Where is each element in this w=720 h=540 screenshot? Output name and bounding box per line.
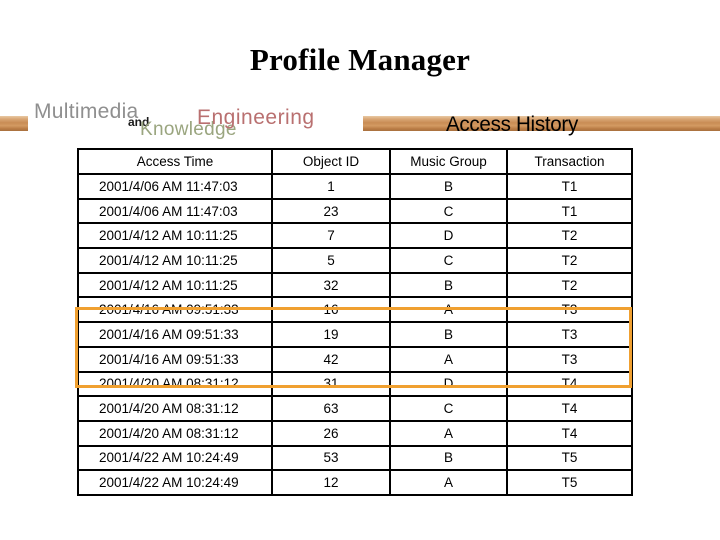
transaction-cell: T3 [506, 296, 633, 324]
music-group-cell: B [389, 271, 508, 299]
music-group-cell: C [389, 395, 508, 422]
music-group-cell: A [389, 469, 508, 496]
table-row: 2001/4/12 AM 10:11:25 5 C T2 [77, 247, 633, 274]
table-row: 2001/4/12 AM 10:11:25 7 D T2 [77, 222, 633, 250]
object-id-cell: 16 [271, 296, 391, 324]
access-time-cell: 2001/4/12 AM 10:11:25 [77, 222, 273, 250]
access-time-cell: 2001/4/16 AM 09:51:33 [77, 345, 273, 373]
table-header-row: Access Time Object ID Music Group Transa… [77, 148, 633, 175]
music-group-cell: B [389, 321, 508, 348]
table-row: 2001/4/12 AM 10:11:25 32 B T2 [77, 271, 633, 299]
object-id-cell: 32 [271, 271, 391, 299]
object-id-cell: 53 [271, 444, 391, 472]
music-group-cell: D [389, 370, 508, 398]
music-group-cell: A [389, 345, 508, 373]
object-id-cell: 1 [271, 173, 391, 200]
section-title: Access History [446, 113, 578, 136]
object-id-cell: 31 [271, 370, 391, 398]
logo-word-engineering: Engineering [197, 106, 315, 129]
table-row: 2001/4/20 AM 08:31:12 26 A T4 [77, 419, 633, 447]
object-id-cell: 23 [271, 197, 391, 225]
access-time-cell: 2001/4/20 AM 08:31:12 [77, 395, 273, 422]
table-row: 2001/4/20 AM 08:31:12 31 D T4 [77, 370, 633, 398]
column-header-transaction: Transaction [506, 148, 633, 175]
mke-logo: Multimedia and Knowledge Engineering [34, 100, 364, 140]
object-id-cell: 63 [271, 395, 391, 422]
object-id-cell: 42 [271, 345, 391, 373]
access-time-cell: 2001/4/22 AM 10:24:49 [77, 469, 273, 496]
transaction-cell: T2 [506, 222, 633, 250]
music-group-cell: B [389, 444, 508, 472]
access-time-cell: 2001/4/16 AM 09:51:33 [77, 321, 273, 348]
column-header-object-id: Object ID [271, 148, 391, 175]
table-row: 2001/4/06 AM 11:47:03 23 C T1 [77, 197, 633, 225]
transaction-cell: T2 [506, 247, 633, 274]
column-header-access-time: Access Time [77, 148, 273, 175]
object-id-cell: 5 [271, 247, 391, 274]
access-time-cell: 2001/4/12 AM 10:11:25 [77, 271, 273, 299]
object-id-cell: 12 [271, 469, 391, 496]
table-row: 2001/4/16 AM 09:51:33 42 A T3 [77, 345, 633, 373]
table-row: 2001/4/16 AM 09:51:33 16 A T3 [77, 296, 633, 324]
music-group-cell: A [389, 296, 508, 324]
access-time-cell: 2001/4/06 AM 11:47:03 [77, 173, 273, 200]
access-time-cell: 2001/4/20 AM 08:31:12 [77, 370, 273, 398]
column-header-music-group: Music Group [389, 148, 508, 175]
transaction-cell: T4 [506, 370, 633, 398]
transaction-cell: T1 [506, 173, 633, 200]
access-time-cell: 2001/4/22 AM 10:24:49 [77, 444, 273, 472]
access-time-cell: 2001/4/06 AM 11:47:03 [77, 197, 273, 225]
access-time-cell: 2001/4/16 AM 09:51:33 [77, 296, 273, 324]
music-group-cell: D [389, 222, 508, 250]
access-time-cell: 2001/4/12 AM 10:11:25 [77, 247, 273, 274]
transaction-cell: T5 [506, 444, 633, 472]
logo-word-multimedia: Multimedia [34, 100, 139, 123]
object-id-cell: 19 [271, 321, 391, 348]
table-row: 2001/4/16 AM 09:51:33 19 B T3 [77, 321, 633, 348]
music-group-cell: C [389, 247, 508, 274]
table-row: 2001/4/22 AM 10:24:49 53 B T5 [77, 444, 633, 472]
transaction-cell: T5 [506, 469, 633, 496]
transaction-cell: T4 [506, 395, 633, 422]
wood-bar-left [0, 116, 28, 131]
music-group-cell: A [389, 419, 508, 447]
access-history-table: Access Time Object ID Music Group Transa… [77, 148, 633, 496]
transaction-cell: T3 [506, 345, 633, 373]
table-row: 2001/4/06 AM 11:47:03 1 B T1 [77, 173, 633, 200]
transaction-cell: T4 [506, 419, 633, 447]
object-id-cell: 26 [271, 419, 391, 447]
page-title: Profile Manager [249, 42, 471, 77]
object-id-cell: 7 [271, 222, 391, 250]
table-row: 2001/4/20 AM 08:31:12 63 C T4 [77, 395, 633, 422]
transaction-cell: T3 [506, 321, 633, 348]
access-time-cell: 2001/4/20 AM 08:31:12 [77, 419, 273, 447]
table-row: 2001/4/22 AM 10:24:49 12 A T5 [77, 469, 633, 496]
music-group-cell: C [389, 197, 508, 225]
transaction-cell: T1 [506, 197, 633, 225]
music-group-cell: B [389, 173, 508, 200]
transaction-cell: T2 [506, 271, 633, 299]
